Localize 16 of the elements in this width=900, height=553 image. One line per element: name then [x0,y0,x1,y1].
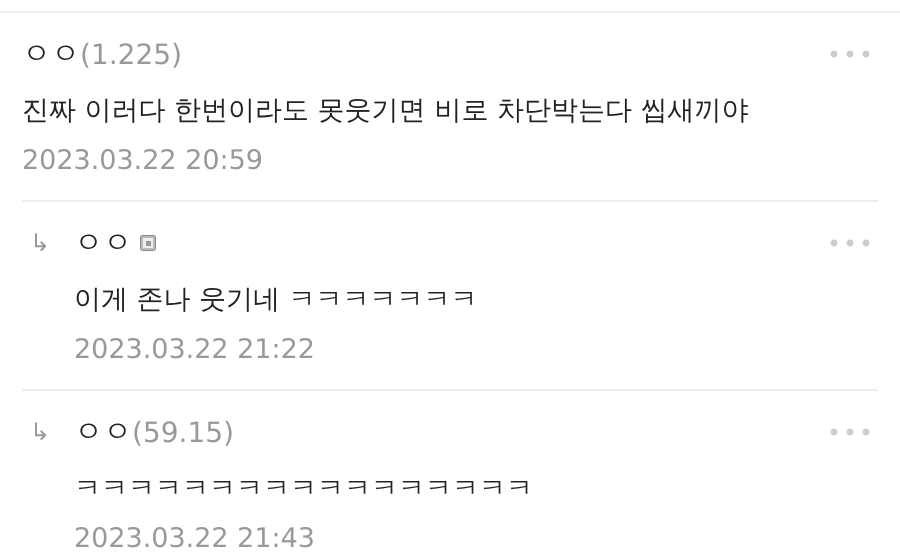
more-options-icon[interactable] [830,428,870,436]
author-name[interactable]: ㅇㅇ [74,412,132,452]
comment-text: ㅋㅋㅋㅋㅋㅋㅋㅋㅋㅋㅋㅋㅋㅋㅋㅋㅋ [74,472,534,506]
comment-date: 2023.03.22 21:43 [74,522,316,553]
author-name[interactable]: ㅇㅇ [74,223,132,263]
author-name[interactable]: ㅇㅇ [22,34,80,74]
more-options-icon[interactable] [830,50,870,58]
comment-date: 2023.03.22 20:59 [22,144,264,178]
more-options-icon[interactable] [830,239,870,247]
comment-text: 진짜 이러다 한번이라도 못웃기면 비로 차단박는다 씹새끼야 [22,94,750,128]
ip-address: (1.225) [80,38,182,70]
reply-arrow: ↳ [30,417,50,448]
comment-text: 이게 존나 웃기네 ㅋㅋㅋㅋㅋㅋㅋ [74,283,479,317]
reply-arrow: ↳ [30,228,50,259]
comment-date: 2023.03.22 21:22 [74,333,316,367]
ip-address: (59.15) [132,416,234,448]
